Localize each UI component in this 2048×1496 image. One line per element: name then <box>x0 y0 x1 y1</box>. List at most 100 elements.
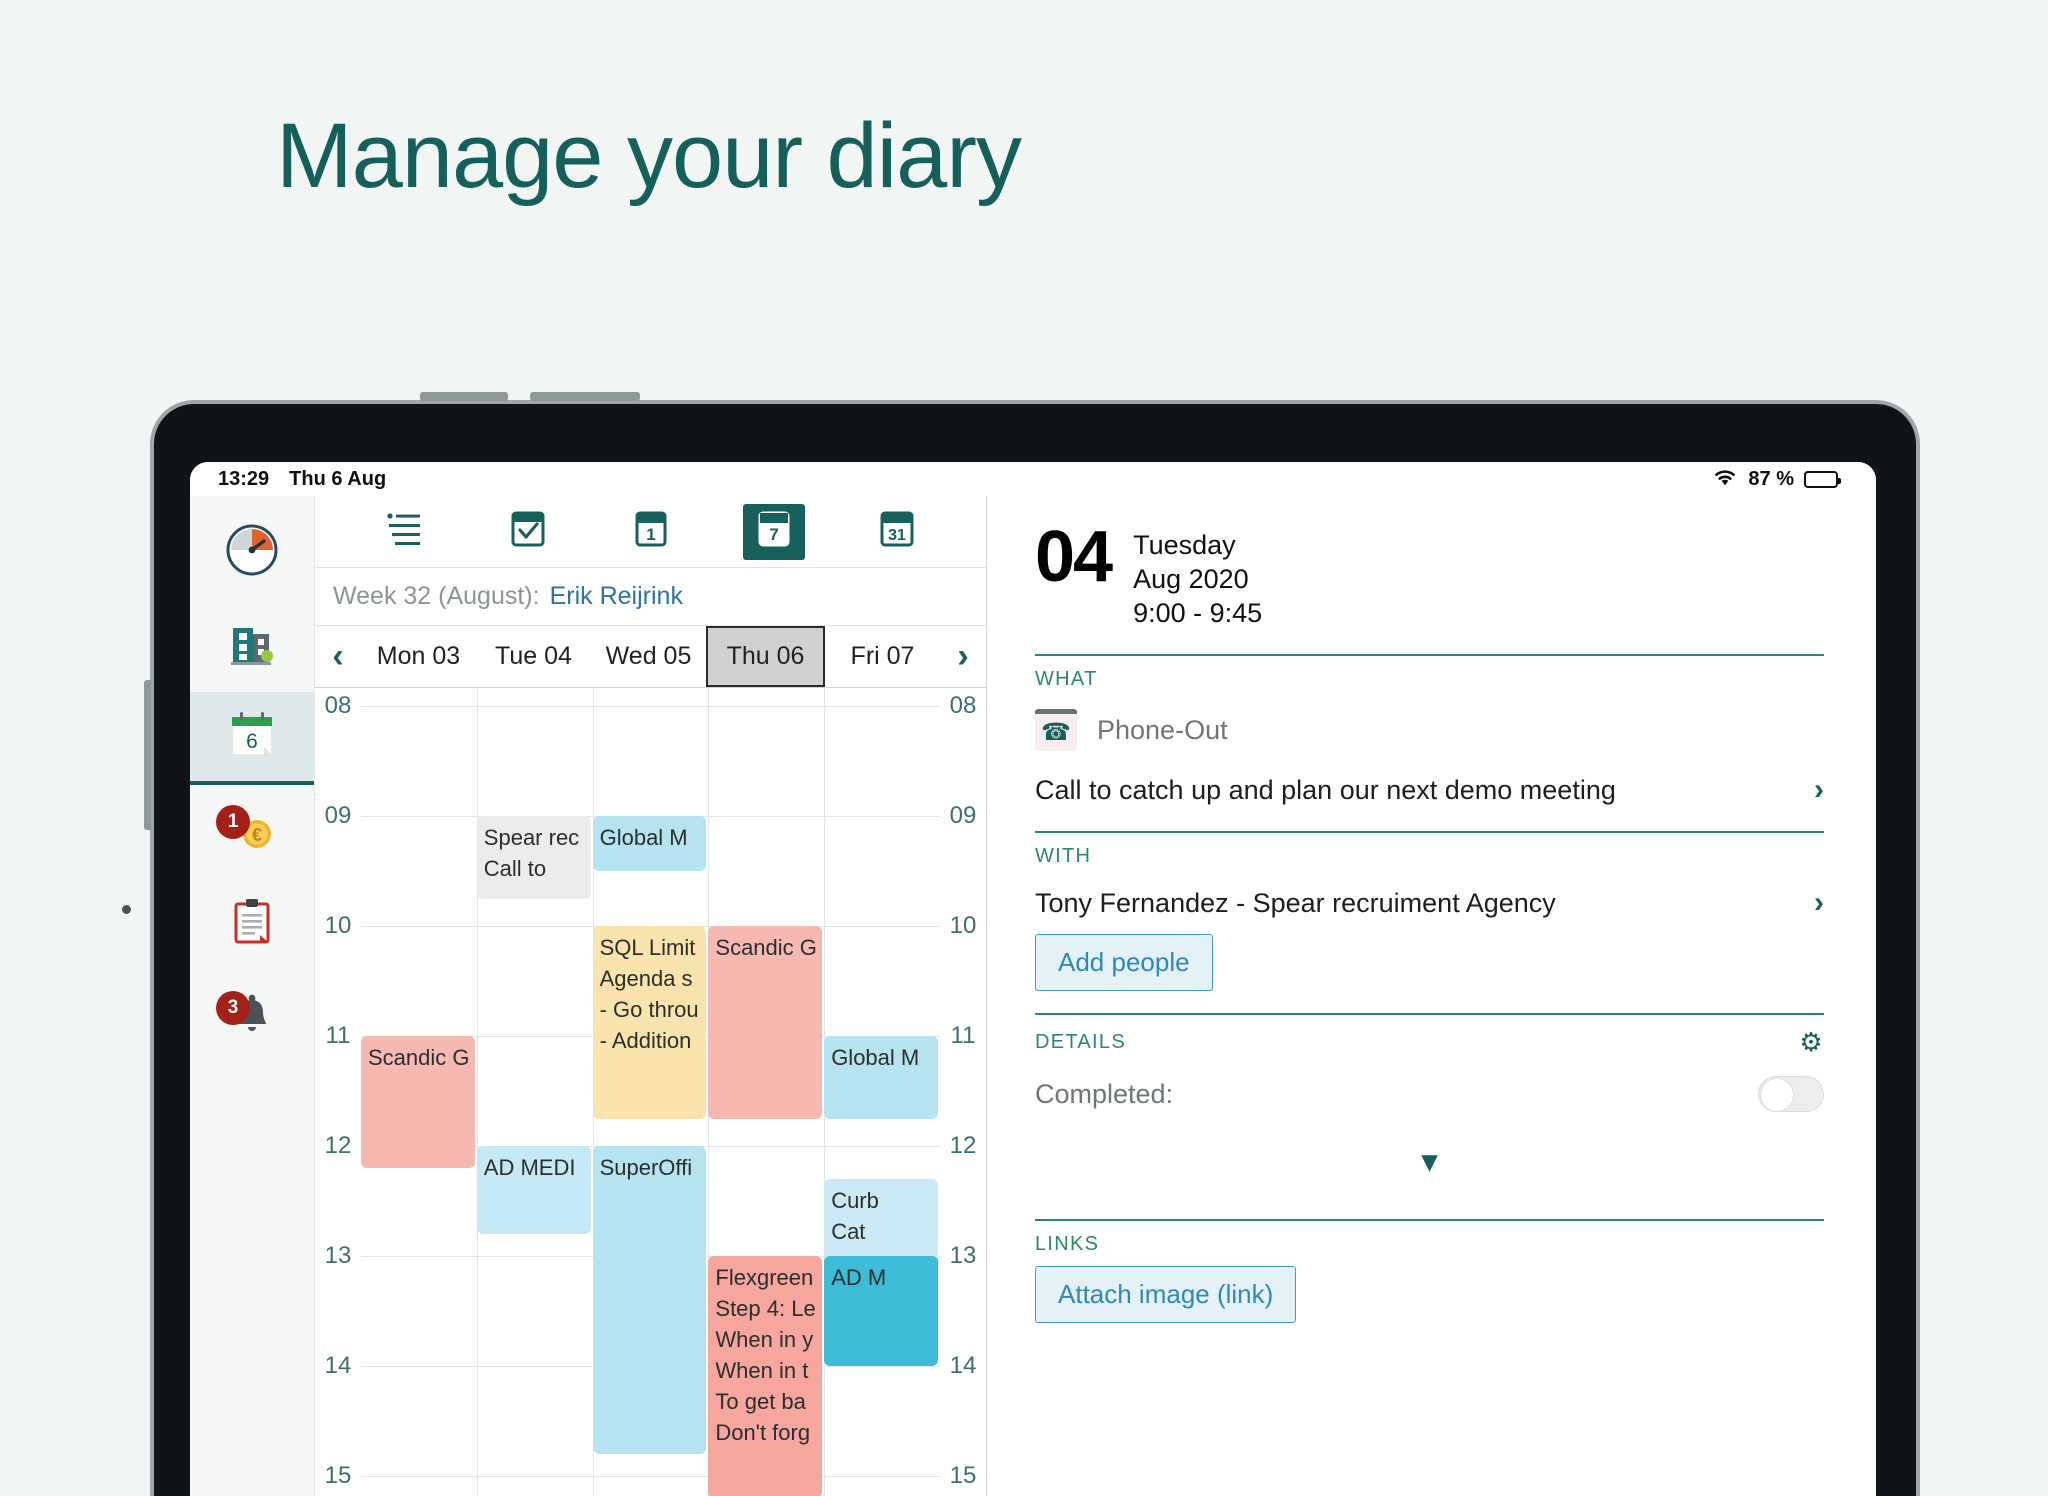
sales-badge: 1 <box>216 805 250 839</box>
sidebar-item-documents[interactable] <box>190 878 314 971</box>
day-tabs-bar: ‹ Mon 03 Tue 04 Wed 05 Thu 06 Fri 07 › <box>315 626 986 688</box>
links-section-title: LINKS <box>1035 1233 1100 1255</box>
completed-label: Completed: <box>1035 1078 1174 1109</box>
hour-label-08: 08 <box>324 692 352 719</box>
gear-icon[interactable]: ⚙ <box>1799 1027 1824 1058</box>
week-label: Week 32 (August): <box>333 582 540 610</box>
calendar-event[interactable]: Global M <box>592 816 707 871</box>
sidebar-item-diary[interactable]: 6 <box>190 692 314 785</box>
sidebar-item-sales[interactable]: 1 € <box>190 785 314 878</box>
event-line: Spear rec <box>483 825 580 850</box>
calendar-event[interactable]: AD M <box>824 1256 938 1366</box>
hour-label-11: 11 <box>325 1022 351 1049</box>
event-line: Call to <box>483 856 547 881</box>
details-section-title: DETAILS ⚙ <box>1035 1015 1824 1068</box>
checkbox-icon <box>507 508 549 555</box>
sidebar-item-notifications[interactable]: 3 <box>190 971 314 1064</box>
week-view-button[interactable]: 7 <box>742 503 805 560</box>
calendar-event[interactable]: Flexgreen Step 4: Le When in y When in t To … <box>708 1256 823 1496</box>
calendar-6-icon: 6 <box>228 709 276 764</box>
completed-row[interactable]: Completed: <box>1035 1068 1824 1126</box>
event-line: Don't forg <box>715 1420 811 1445</box>
hour-label-14: 14 <box>324 1352 352 1379</box>
hour-label-10: 10 <box>949 912 977 939</box>
day-tab-2[interactable]: Wed 05 <box>591 626 706 687</box>
power-button <box>530 392 640 401</box>
chevron-down-icon[interactable]: ▾ <box>1035 1126 1824 1209</box>
sidebar: 6 1 € 3 <box>190 496 315 1496</box>
day-view-button[interactable]: 1 <box>620 504 682 560</box>
event-line: Curb <box>831 1188 879 1213</box>
event-line: Agenda s <box>599 966 693 991</box>
day-tab-4[interactable]: Fri 07 <box>825 626 940 687</box>
task-view-button[interactable] <box>497 504 559 560</box>
side-button <box>144 680 151 830</box>
svg-text:€: € <box>252 825 262 845</box>
chevron-right-icon[interactable]: › <box>1814 886 1824 920</box>
add-people-button[interactable]: Add people <box>1035 934 1213 991</box>
event-line: SQL Limit <box>599 935 696 960</box>
event-line: AD M <box>831 1265 887 1290</box>
tablet-screen: 13:29 Thu 6 Aug 87 % 6 1 € 3 1 7 31 Week… <box>190 462 1876 1496</box>
calendar-event[interactable]: AD MEDI <box>476 1146 591 1234</box>
prev-week-button[interactable]: ‹ <box>315 626 361 687</box>
day-divider <box>476 688 478 1496</box>
chevron-right-icon[interactable]: › <box>1814 773 1824 807</box>
sidebar-item-company[interactable] <box>190 599 314 692</box>
details-title-text: DETAILS <box>1035 1031 1126 1053</box>
detail-when: Tuesday Aug 2020 9:00 - 9:45 <box>1133 524 1262 630</box>
calendar-event[interactable]: SQL Limit Agenda s - Go throu - Addition <box>592 926 707 1119</box>
event-line: When in t <box>715 1358 809 1383</box>
hour-label-15: 15 <box>324 1462 352 1489</box>
calendar-panel: 1 7 31 Week 32 (August): Erik Reijrink ‹… <box>315 496 987 1496</box>
event-line: Scandic G <box>715 935 817 960</box>
event-line: - Addition <box>599 1028 692 1053</box>
calendar-event[interactable]: Scandic G <box>361 1036 475 1168</box>
day-tab-1[interactable]: Tue 04 <box>476 626 591 687</box>
event-line: Step 4: Le <box>715 1296 816 1321</box>
appointment-description: Call to catch up and plan our next demo … <box>1035 774 1616 805</box>
hour-label-08: 08 <box>949 692 977 719</box>
calendar-event[interactable]: Spear rec Call to <box>476 816 591 899</box>
clipboard-icon <box>227 895 277 954</box>
hour-label-12: 12 <box>949 1132 977 1159</box>
event-line: To get ba <box>715 1389 806 1414</box>
event-line: Global M <box>599 825 688 850</box>
calendar-event[interactable]: Scandic G <box>708 926 823 1119</box>
attach-image-button[interactable]: Attach image (link) <box>1035 1266 1297 1323</box>
hour-gutter-right: 08 09 10 11 12 13 14 15 <box>940 688 986 1496</box>
day-tab-0[interactable]: Mon 03 <box>361 626 476 687</box>
detail-day-number: 04 <box>1035 517 1113 597</box>
event-line: - Go throu <box>599 997 699 1022</box>
event-line: SuperOffi <box>599 1155 693 1180</box>
calendar-event[interactable]: SuperOffi <box>592 1146 707 1454</box>
appointment-type-row[interactable]: ☎ Phone-Out <box>1035 701 1824 765</box>
wifi-icon <box>1712 467 1738 492</box>
appointment-description-row[interactable]: Call to catch up and plan our next demo … <box>1035 765 1824 821</box>
event-line: AD MEDI <box>483 1155 576 1180</box>
event-line: Cat <box>831 1219 866 1244</box>
with-section-title: WITH <box>1035 845 1092 867</box>
event-line: Global M <box>831 1045 920 1070</box>
calendar-grid[interactable]: 08 09 10 11 12 13 14 15 08 09 10 11 12 13 14 15 Spear … <box>315 688 986 1496</box>
week-owner[interactable]: Erik Reijrink <box>550 582 683 611</box>
view-toolbar: 1 7 31 <box>315 496 986 568</box>
list-view-button[interactable] <box>374 504 436 560</box>
participant-row[interactable]: Tony Fernandez - Spear recruiment Agency… <box>1035 878 1824 934</box>
appointment-type-label: Phone-Out <box>1097 714 1228 745</box>
calendar-event[interactable]: Global M <box>824 1036 938 1119</box>
status-time: 13:29 <box>218 467 270 490</box>
day-view-label: 1 <box>646 525 655 544</box>
sidebar-item-dashboard[interactable] <box>190 506 314 599</box>
hour-label-11: 11 <box>950 1022 976 1049</box>
completed-toggle[interactable] <box>1758 1076 1824 1112</box>
next-week-button[interactable]: › <box>940 626 986 687</box>
list-icon <box>384 509 426 554</box>
week-view-label: 7 <box>769 525 778 544</box>
day-tab-3[interactable]: Thu 06 <box>706 626 825 687</box>
month-view-button[interactable]: 31 <box>866 504 928 560</box>
building-icon <box>225 616 279 675</box>
svg-text:6: 6 <box>246 730 258 753</box>
appointment-detail-panel: 04 Tuesday Aug 2020 9:00 - 9:45 WHAT ☎ P… <box>987 496 1876 1496</box>
hour-gutter-left: 08 09 10 11 12 13 14 15 <box>315 688 361 1496</box>
